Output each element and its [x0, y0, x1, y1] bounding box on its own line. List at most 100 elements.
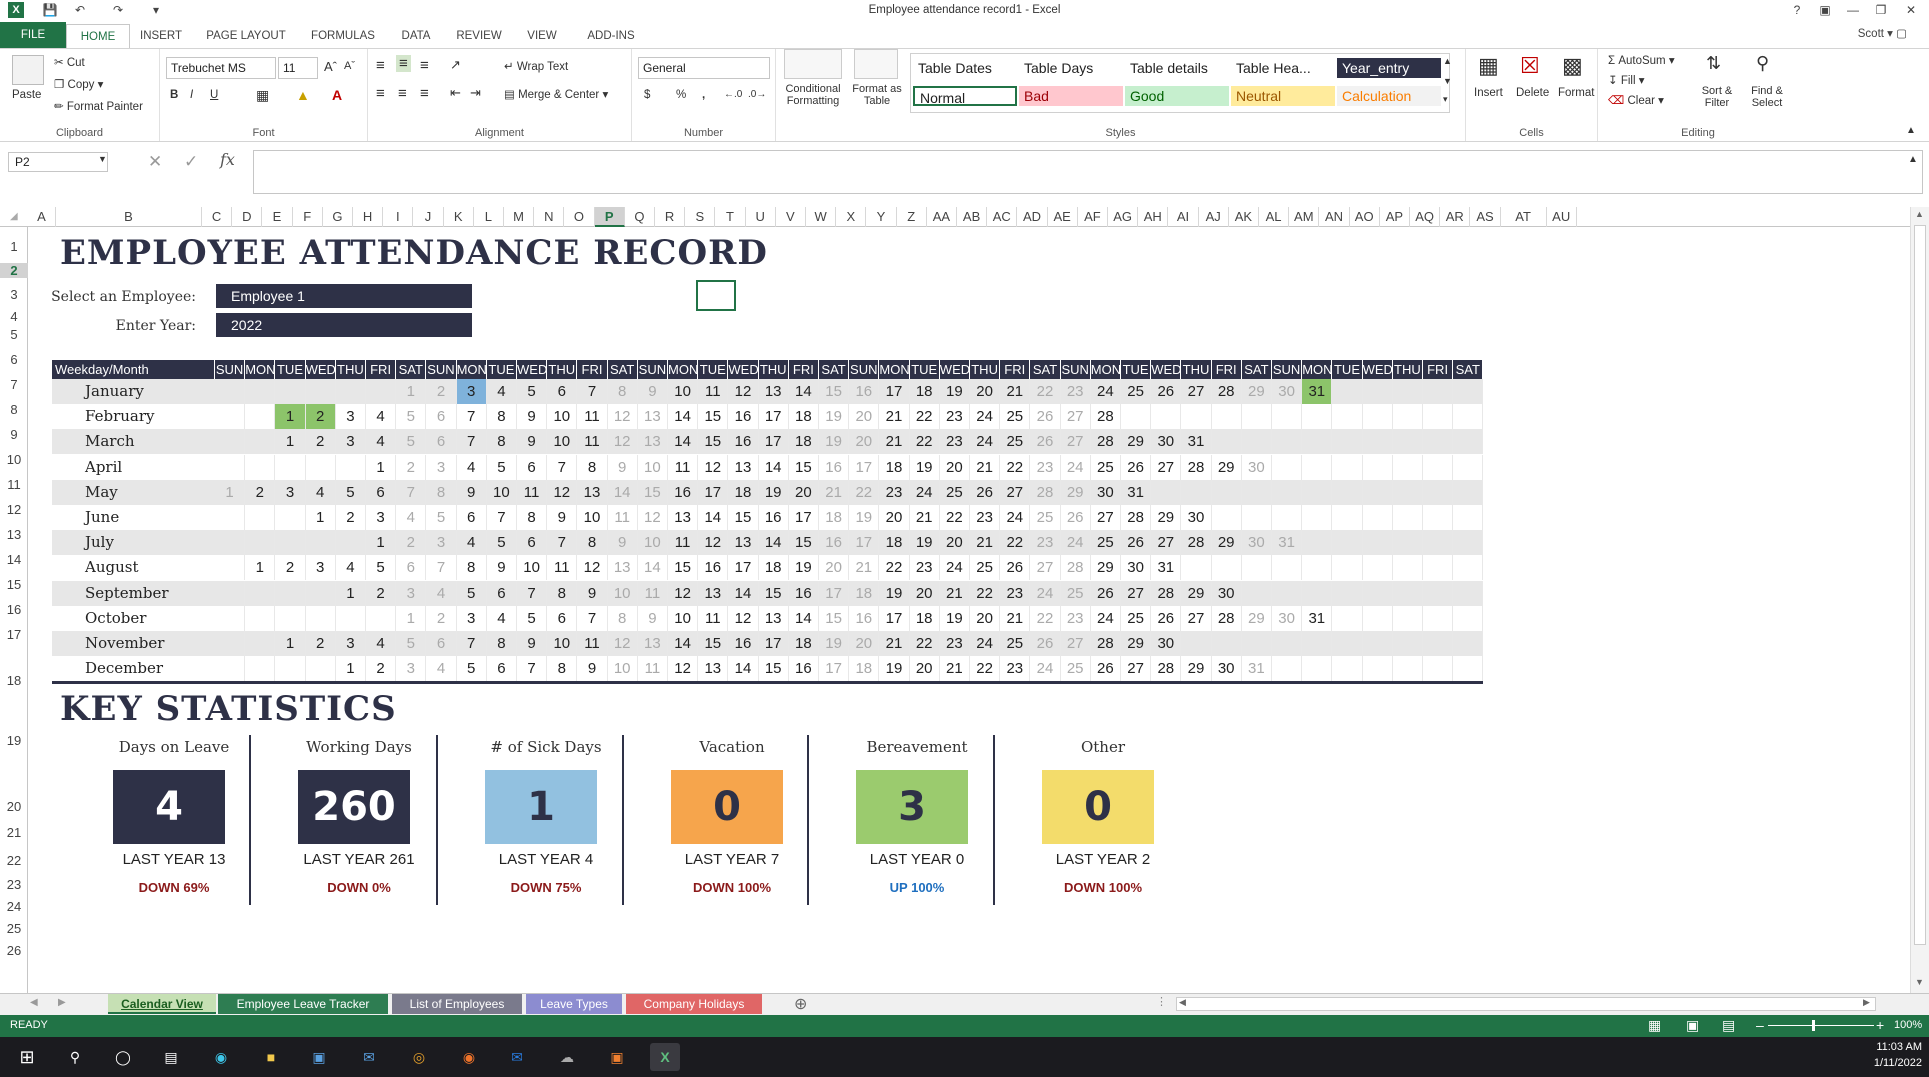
day-cell[interactable]: 19	[910, 454, 940, 480]
row-header-10[interactable]: 10	[0, 452, 28, 467]
day-cell[interactable]: 10	[547, 631, 578, 656]
increase-indent-icon[interactable]: ⇥	[470, 85, 481, 101]
day-cell[interactable]: 12	[608, 631, 638, 656]
empty-day-cell[interactable]	[1212, 631, 1242, 656]
day-cell[interactable]: 18	[789, 429, 819, 455]
day-cell[interactable]: 30	[1212, 580, 1242, 606]
day-cell[interactable]: 17	[879, 605, 910, 631]
day-cell[interactable]: 14	[638, 555, 668, 581]
day-cell[interactable]: 13	[698, 580, 729, 606]
day-cell[interactable]: 10	[547, 404, 578, 430]
empty-day-cell[interactable]	[1423, 530, 1454, 556]
day-cell[interactable]: 21	[879, 404, 910, 430]
gallery-scroll-up-icon[interactable]: ▲	[1443, 56, 1452, 66]
day-cell[interactable]: 22	[1030, 379, 1061, 404]
day-cell[interactable]: 2	[426, 605, 457, 631]
empty-day-cell[interactable]	[1242, 479, 1272, 505]
day-cell[interactable]: 7	[517, 656, 548, 682]
empty-day-cell[interactable]	[1332, 530, 1363, 556]
day-cell[interactable]: 6	[457, 505, 487, 530]
day-cell[interactable]: 24	[1061, 454, 1091, 480]
day-cell[interactable]: 7	[547, 530, 578, 556]
zoom-slider[interactable]	[1768, 1025, 1874, 1026]
day-cell[interactable]: 25	[940, 479, 970, 505]
day-cell[interactable]: 21	[970, 454, 1001, 480]
day-cell[interactable]: 25	[1121, 379, 1152, 404]
day-cell[interactable]: 29	[1181, 580, 1212, 606]
zoom-level[interactable]: 100%	[1894, 1019, 1922, 1031]
empty-day-cell[interactable]	[215, 605, 246, 631]
day-cell[interactable]: 17	[879, 379, 910, 404]
column-header-c[interactable]: C	[202, 207, 233, 227]
empty-day-cell[interactable]	[306, 379, 336, 404]
insert-function-icon[interactable]: fx	[220, 150, 235, 169]
empty-day-cell[interactable]	[1332, 404, 1363, 430]
scroll-left-icon[interactable]: ◀	[1179, 997, 1186, 1008]
day-cell[interactable]: 28	[1212, 379, 1242, 404]
edge-icon[interactable]: ◉	[206, 1043, 236, 1071]
empty-day-cell[interactable]	[1423, 429, 1454, 455]
empty-day-cell[interactable]	[1332, 454, 1363, 480]
day-cell[interactable]: 16	[698, 555, 729, 581]
empty-day-cell[interactable]	[245, 379, 276, 404]
day-cell[interactable]: 29	[1212, 454, 1242, 480]
day-cell[interactable]: 14	[608, 479, 638, 505]
column-header-f[interactable]: F	[293, 207, 323, 227]
empty-day-cell[interactable]	[1393, 479, 1423, 505]
scroll-right-icon[interactable]: ▶	[1863, 997, 1870, 1008]
paste-icon[interactable]	[12, 55, 44, 85]
day-cell[interactable]: 23	[879, 479, 910, 505]
day-cell[interactable]: 1	[366, 530, 397, 556]
empty-day-cell[interactable]	[215, 631, 246, 656]
empty-day-cell[interactable]	[215, 379, 246, 404]
empty-day-cell[interactable]	[1242, 404, 1272, 430]
day-cell[interactable]: 6	[547, 605, 578, 631]
column-header-v[interactable]: V	[776, 207, 806, 227]
day-cell[interactable]: 27	[1121, 580, 1152, 606]
day-cell[interactable]: 7	[517, 580, 548, 606]
day-cell[interactable]: 23	[940, 404, 970, 430]
day-cell[interactable]: 29	[1061, 479, 1091, 505]
scroll-down-icon[interactable]: ▼	[1915, 977, 1924, 987]
bold-button[interactable]: B	[170, 89, 178, 101]
day-cell[interactable]: 25	[970, 555, 1001, 581]
style-neutral[interactable]: Neutral	[1231, 86, 1335, 106]
day-cell[interactable]: 10	[577, 505, 608, 530]
empty-day-cell[interactable]	[1393, 656, 1423, 682]
day-cell[interactable]: 13	[638, 429, 668, 455]
empty-day-cell[interactable]	[1302, 479, 1333, 505]
day-cell[interactable]: 6	[547, 379, 578, 404]
outlook-icon[interactable]: ✉	[502, 1043, 532, 1071]
style-table-headers[interactable]: Table Hea...	[1231, 58, 1335, 78]
empty-day-cell[interactable]	[1212, 429, 1242, 455]
day-cell[interactable]: 12	[698, 530, 729, 556]
find-select-button[interactable]: Find & Select	[1744, 85, 1790, 109]
comma-button[interactable]: ,	[702, 89, 705, 101]
day-cell[interactable]: 27	[1061, 429, 1091, 455]
empty-day-cell[interactable]	[336, 605, 366, 631]
day-cell[interactable]: 1	[275, 429, 306, 455]
day-cell[interactable]: 11	[547, 555, 578, 581]
day-cell[interactable]: 30	[1272, 379, 1303, 404]
tab-file[interactable]: FILE	[0, 22, 66, 48]
empty-day-cell[interactable]	[1302, 505, 1333, 530]
column-header-ar[interactable]: AR	[1440, 207, 1471, 227]
empty-day-cell[interactable]	[245, 656, 276, 682]
decrease-indent-icon[interactable]: ⇤	[450, 85, 461, 101]
day-cell[interactable]: 19	[789, 555, 819, 581]
binoculars-icon[interactable]: ⚲	[1756, 53, 1769, 74]
horizontal-scrollbar[interactable]: ◀ ▶	[1176, 997, 1876, 1011]
empty-day-cell[interactable]	[1363, 404, 1393, 430]
day-cell[interactable]: 28	[1121, 505, 1152, 530]
day-cell[interactable]: 3	[396, 580, 427, 606]
empty-day-cell[interactable]	[1363, 379, 1393, 404]
day-cell[interactable]: 14	[668, 429, 699, 455]
day-cell[interactable]: 5	[396, 631, 427, 656]
day-cell[interactable]: 30	[1151, 631, 1182, 656]
day-cell[interactable]: 6	[426, 429, 457, 455]
day-cell[interactable]: 31	[1121, 479, 1152, 505]
day-cell[interactable]: 3	[426, 454, 457, 480]
empty-day-cell[interactable]	[275, 505, 306, 530]
day-cell[interactable]: 23	[1030, 530, 1061, 556]
empty-day-cell[interactable]	[1151, 479, 1182, 505]
